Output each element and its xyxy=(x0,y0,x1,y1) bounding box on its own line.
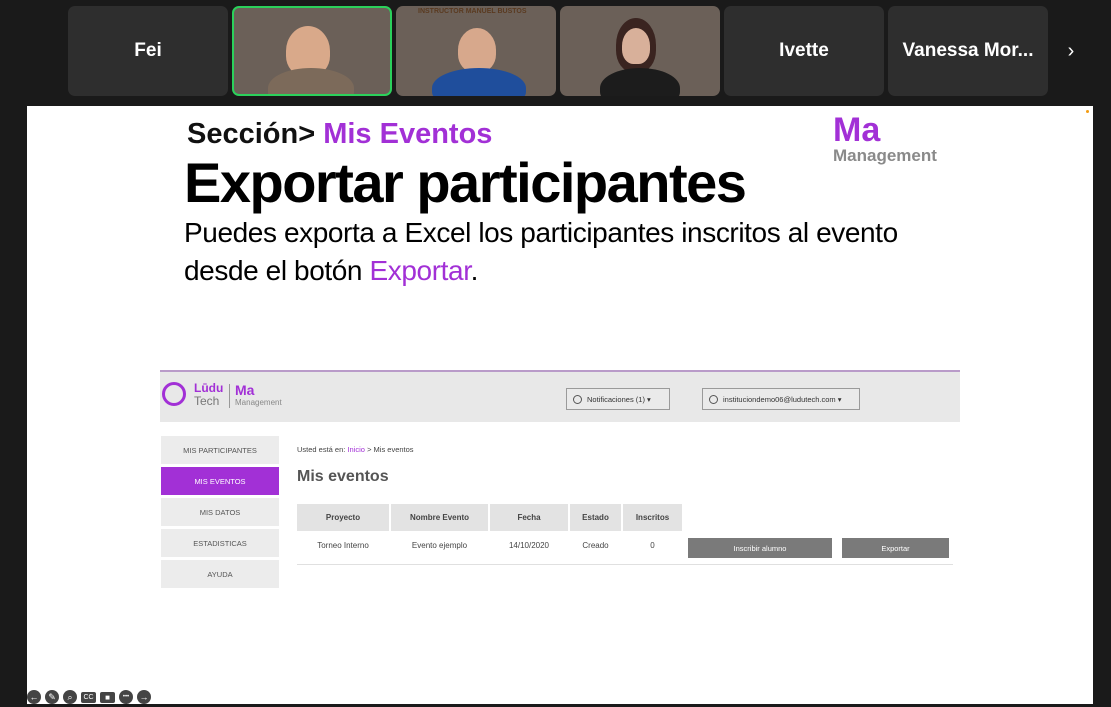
sidebar-item-mis-datos[interactable]: MIS DATOS xyxy=(161,498,279,526)
user-menu-dropdown[interactable]: instituciondemo06@ludutech.com ▾ xyxy=(702,388,860,410)
embedded-app: Lūdu Tech Ma Management Notificaciones (… xyxy=(160,370,960,600)
participant-video-body xyxy=(432,68,526,96)
logo-divider xyxy=(229,384,230,408)
breadcrumb-home-link[interactable]: Inicio xyxy=(347,445,365,454)
user-email-label: instituciondemo06@ludutech.com ▾ xyxy=(723,394,842,404)
breadcrumb: Usted está en: Inicio > Mis eventos xyxy=(297,445,414,454)
table-cell-inscritos: 0 xyxy=(650,540,655,550)
table-header-nombre-evento: Nombre Evento xyxy=(391,504,488,531)
participant-video-body xyxy=(600,68,680,96)
shared-slide: Sección> Mis Eventos Exportar participan… xyxy=(27,106,1093,704)
rocket-logo-icon xyxy=(162,382,186,406)
table-cell-fecha: 14/10/2020 xyxy=(508,540,550,550)
logo-ma: Ma xyxy=(235,382,255,398)
participant-video-face xyxy=(458,28,496,72)
enroll-student-button[interactable]: Inscribir alumno xyxy=(688,538,832,558)
table-cell-proyecto: Torneo Interno xyxy=(317,540,369,550)
back-arrow-icon[interactable]: ← xyxy=(27,690,41,704)
participant-tile-ivette[interactable]: Ivette xyxy=(724,6,884,96)
brand-logo: Ma Management xyxy=(833,112,937,164)
page-title: Mis eventos xyxy=(297,468,389,485)
slide-description: Puedes exporta a Excel los participantes… xyxy=(184,214,964,290)
participant-name: Ivette xyxy=(779,40,829,61)
pen-icon[interactable]: ✎ xyxy=(45,690,59,704)
table-cell-nombre-evento: Evento ejemplo xyxy=(411,540,468,550)
table-header-fecha: Fecha xyxy=(490,504,568,531)
video-camera-icon[interactable]: ■ xyxy=(100,691,115,703)
sidebar-item-mis-participantes[interactable]: MIS PARTICIPANTES xyxy=(161,436,279,464)
section-name: Mis Eventos xyxy=(323,118,493,150)
participant-tile-vanessa[interactable]: Vanessa Mor... xyxy=(888,6,1048,96)
description-suffix: . xyxy=(470,255,479,286)
description-line-1: Puedes exporta a Excel los participantes… xyxy=(184,217,898,248)
section-heading: Sección> Mis Eventos xyxy=(187,118,492,151)
chevron-right-icon[interactable]: › xyxy=(1056,36,1086,66)
participant-tile-fei[interactable]: Fei xyxy=(68,6,228,96)
recording-indicator xyxy=(1086,110,1089,113)
section-prefix: Sección> xyxy=(187,118,316,150)
app-topbar: Lūdu Tech Ma Management Notificaciones (… xyxy=(160,370,960,422)
table-cell-estado: Creado xyxy=(582,540,609,550)
logo-management: Management xyxy=(235,398,282,407)
notifications-label: Notificaciones (1) ▾ xyxy=(587,394,651,404)
participant-name: Vanessa Mor... xyxy=(902,40,1034,61)
user-icon xyxy=(709,394,718,404)
table-header-estado: Estado xyxy=(570,504,621,531)
table-header-proyecto: Proyecto xyxy=(297,504,389,531)
participant-tile-video-2[interactable]: INSTRUCTOR MANUEL BUSTOS xyxy=(396,6,556,96)
participant-name: Fei xyxy=(134,40,162,61)
presentation-toolbar: ← ✎ ⌕ CC ■ ••• → xyxy=(27,688,151,706)
table-header-inscritos: Inscritos xyxy=(623,504,682,531)
sidebar-item-estadisticas[interactable]: ESTADISTICAS xyxy=(161,529,279,557)
participant-video-face xyxy=(622,28,650,64)
user-icon xyxy=(573,394,582,404)
more-options-icon[interactable]: ••• xyxy=(119,690,133,704)
forward-arrow-icon[interactable]: → xyxy=(137,690,151,704)
logo-ludu: Lūdu xyxy=(194,381,224,395)
export-button[interactable]: Exportar xyxy=(842,538,949,558)
closed-captions-icon[interactable]: CC xyxy=(81,691,96,703)
breadcrumb-prefix: Usted está en: xyxy=(297,445,346,454)
description-accent: Exportar xyxy=(369,255,471,286)
notifications-dropdown[interactable]: Notificaciones (1) ▾ xyxy=(566,388,670,410)
video-background-banner: INSTRUCTOR MANUEL BUSTOS xyxy=(418,8,527,15)
sidebar-item-mis-eventos[interactable]: MIS EVENTOS xyxy=(161,467,279,495)
participant-video-body xyxy=(268,68,354,94)
breadcrumb-current: > Mis eventos xyxy=(367,445,414,454)
description-line-2: desde el botón xyxy=(184,255,363,286)
brand-management: Management xyxy=(833,146,937,165)
participant-tile-video-1[interactable] xyxy=(232,6,392,96)
table-row-divider xyxy=(297,564,953,565)
participant-tile-video-3[interactable] xyxy=(560,6,720,96)
sidebar-item-ayuda[interactable]: AYUDA xyxy=(161,560,279,588)
brand-ma: Ma xyxy=(833,111,881,149)
zoom-icon[interactable]: ⌕ xyxy=(63,690,77,704)
logo-tech: Tech xyxy=(194,394,220,408)
slide-title: Exportar participantes xyxy=(184,151,747,214)
